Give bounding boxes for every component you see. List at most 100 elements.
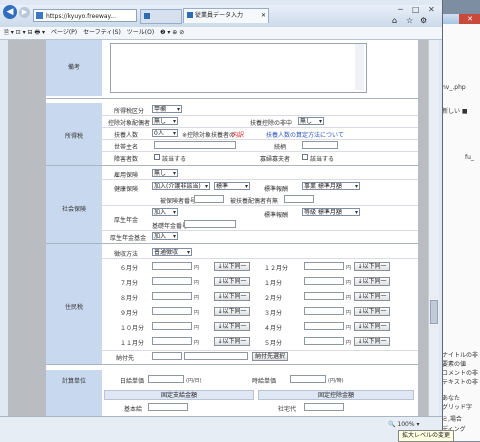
- dependent-spouse-input[interactable]: [284, 195, 314, 203]
- copy-below-button[interactable]: ↓以下同一: [354, 292, 390, 301]
- basic-pension-input[interactable]: [184, 220, 236, 228]
- relationship-input[interactable]: [302, 141, 338, 149]
- month-amount-input[interactable]: [152, 322, 192, 330]
- copy-below-button[interactable]: ↓以下同一: [214, 322, 250, 331]
- copy-below-button[interactable]: ↓以下同一: [354, 262, 390, 271]
- householder-input[interactable]: [154, 141, 236, 149]
- background-close-button[interactable]: ✕: [459, 14, 480, 24]
- pension-select[interactable]: 加入: [152, 208, 178, 216]
- bg-text-8: あなた: [442, 395, 461, 402]
- spouse-select[interactable]: 無し: [152, 117, 178, 125]
- divider: [102, 151, 418, 152]
- daily-rate-label: 日給単価: [120, 378, 145, 385]
- pension-standard-select[interactable]: 等級 標準月額: [302, 208, 360, 216]
- insured-number-input[interactable]: [194, 195, 224, 203]
- fixed-deduction-header: 固定控除金額: [258, 390, 414, 400]
- company-housing-input[interactable]: [304, 403, 344, 411]
- month-amount-input[interactable]: [152, 277, 192, 285]
- month-amount-input[interactable]: [304, 307, 344, 315]
- tab-close-icon[interactable]: ✕: [261, 9, 266, 23]
- hourly-rate-input[interactable]: [290, 375, 326, 383]
- minimize-button[interactable]: ─: [398, 5, 403, 14]
- tab-active[interactable]: 従業員データ入力 ✕: [183, 8, 269, 23]
- month-label: ９月分: [120, 310, 139, 317]
- social-insurance-section-header: 社会保険: [46, 168, 102, 248]
- hourly-rate-unit: (円/時): [328, 378, 344, 384]
- dependent-exempt-label: 扶養控除の非中: [250, 120, 293, 127]
- month-amount-input[interactable]: [152, 292, 192, 300]
- zoom-tooltip: 拡大レベルの変更: [398, 430, 455, 442]
- copy-below-button[interactable]: ↓以下同一: [214, 307, 250, 316]
- favorites-star-icon[interactable]: ☆: [406, 16, 413, 25]
- dependent-exempt-select[interactable]: 無し: [298, 117, 324, 125]
- daily-rate-input[interactable]: [148, 375, 184, 383]
- copy-below-button[interactable]: ↓以下同一: [214, 262, 250, 271]
- month-amount-input[interactable]: [152, 262, 192, 270]
- collection-method-select[interactable]: 普通徴収: [152, 248, 192, 256]
- health-ins-grade-select[interactable]: 標準: [214, 182, 250, 190]
- dependents-help-link[interactable]: 扶養人数の算定方法について: [266, 130, 344, 139]
- site-favicon: [36, 12, 43, 19]
- page-scrollbar-thumb[interactable]: [430, 300, 438, 324]
- back-button[interactable]: ◀: [3, 5, 17, 19]
- disability-checkbox[interactable]: [154, 154, 160, 160]
- left-gutter: [8, 40, 46, 416]
- month-amount-input[interactable]: [304, 337, 344, 345]
- help-icon[interactable]: ❷ ▾ ⊕ ⊘: [160, 29, 184, 36]
- payee-select-button[interactable]: 納付先選択: [252, 352, 288, 361]
- employment-ins-select[interactable]: 無し: [152, 169, 178, 177]
- page-content: 備考 所得税 所得税区分 甲欄 控除対象配偶者 無し 扶養控除の非中 無し 扶養…: [8, 40, 434, 416]
- menu-tools[interactable]: ツール(O): [127, 29, 154, 36]
- command-bar: 🗎 ▾ ⊡ ▾ ⊟ 🖶 ▾ ページ(P) セーフティ(S) ツール(O) ❷ ▾…: [0, 27, 442, 40]
- month-amount-input[interactable]: [152, 307, 192, 315]
- month-amount-input[interactable]: [152, 337, 192, 345]
- copy-below-button[interactable]: ↓以下同一: [354, 307, 390, 316]
- health-ins-select[interactable]: 加入(介護非該当): [152, 182, 210, 190]
- dependent-spouse-label: 被扶養配偶者有無: [230, 198, 279, 205]
- copy-below-button[interactable]: ↓以下同一: [214, 337, 250, 346]
- settings-gear-icon[interactable]: ⚙: [420, 16, 427, 25]
- close-button[interactable]: ✕: [428, 5, 435, 14]
- divider: [102, 205, 418, 206]
- payee-name-input[interactable]: [184, 352, 248, 360]
- menu-safety[interactable]: セーフティ(S): [83, 29, 121, 36]
- month-amount-input[interactable]: [304, 322, 344, 330]
- month-amount-input[interactable]: [304, 292, 344, 300]
- remarks-scrollbar[interactable]: [355, 44, 364, 90]
- menu-page[interactable]: ページ(P): [51, 29, 77, 36]
- divider: [102, 230, 418, 231]
- pension-fund-label: 厚生年金基金: [110, 235, 147, 242]
- page-scrollbar[interactable]: [428, 40, 439, 416]
- dependents-count-select[interactable]: 0人: [152, 129, 178, 137]
- remarks-textarea[interactable]: [110, 43, 367, 93]
- divider: [102, 127, 418, 128]
- yen-unit: 円: [194, 340, 200, 346]
- tab-inactive[interactable]: [140, 9, 182, 24]
- month-label: ３月分: [264, 310, 283, 317]
- payee-code-input[interactable]: [152, 352, 182, 360]
- spouse-label: 控除対象配偶者: [108, 120, 151, 127]
- month-amount-input[interactable]: [304, 262, 344, 270]
- divider: [46, 165, 418, 166]
- bg-text-7: テキストの非: [442, 379, 478, 386]
- copy-below-button[interactable]: ↓以下同一: [214, 277, 250, 286]
- pension-fund-select[interactable]: 加入: [152, 232, 178, 240]
- month-label: １０月分: [120, 325, 145, 332]
- copy-below-button[interactable]: ↓以下同一: [354, 337, 390, 346]
- month-amount-input[interactable]: [304, 277, 344, 285]
- url-input[interactable]: https://kyuyo.freeway...: [33, 9, 137, 22]
- copy-below-button[interactable]: ↓以下同一: [354, 322, 390, 331]
- health-standard-select[interactable]: 事業 標準月額: [302, 182, 360, 190]
- basic-salary-input[interactable]: [148, 403, 188, 411]
- maximize-button[interactable]: □: [412, 5, 420, 14]
- widow-checkbox[interactable]: [302, 154, 308, 160]
- tax-category-select[interactable]: 甲欄: [152, 105, 182, 113]
- copy-below-button[interactable]: ↓以下同一: [354, 277, 390, 286]
- toolbar-icons[interactable]: 🗎 ▾ ⊡ ▾ ⊟ 🖶 ▾: [4, 29, 45, 36]
- zoom-level[interactable]: 🔍 100% ▾: [388, 421, 419, 428]
- remarks-label: 備考: [67, 64, 80, 71]
- forward-button[interactable]: ▶: [19, 7, 30, 18]
- home-icon[interactable]: ⌂: [392, 16, 397, 25]
- social-insurance-label: 社会保険: [61, 206, 86, 213]
- copy-below-button[interactable]: ↓以下同一: [214, 292, 250, 301]
